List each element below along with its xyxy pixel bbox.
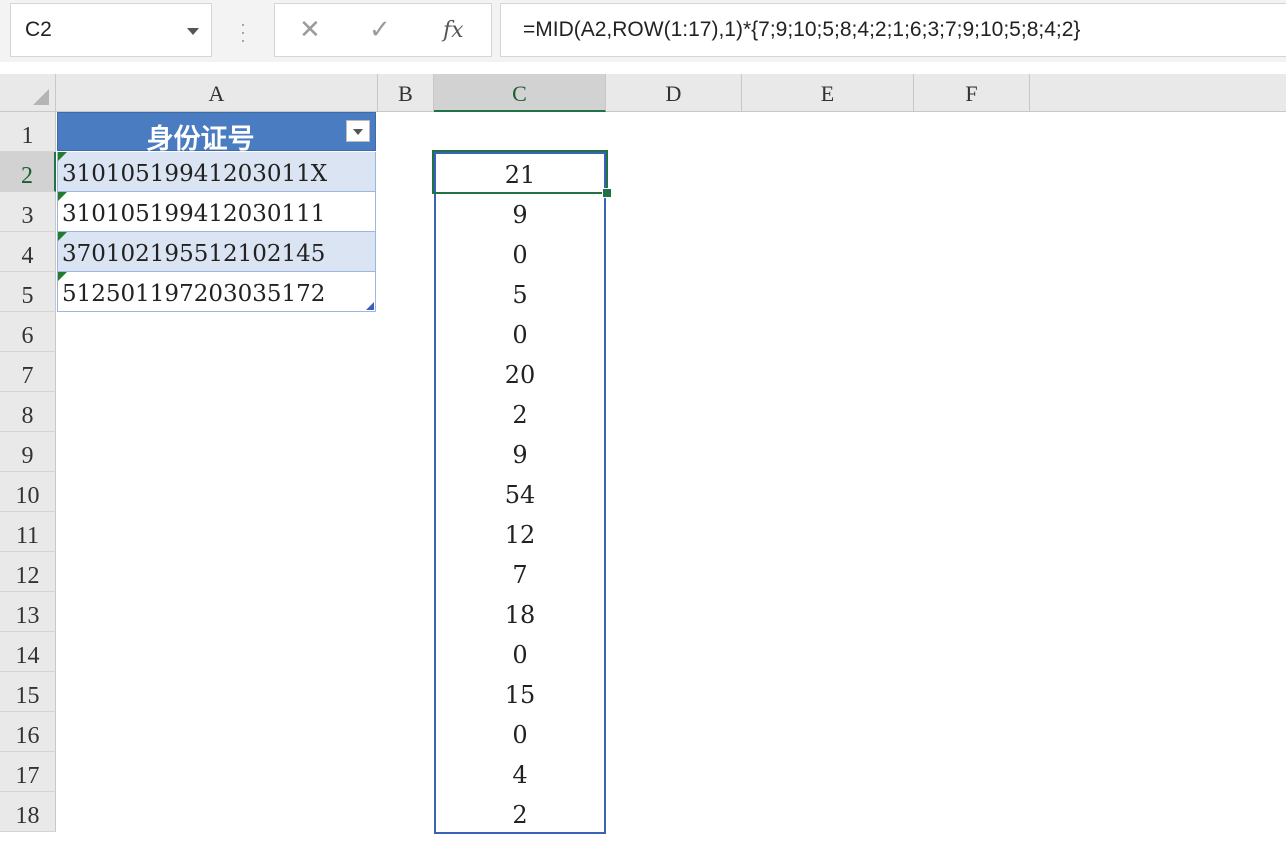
row-header-1[interactable]: 1	[0, 112, 56, 152]
table-cell-a2[interactable]: 31010519941203011X	[57, 152, 376, 192]
select-all-button[interactable]	[0, 74, 56, 112]
insert-function-icon[interactable]: fx	[443, 18, 464, 43]
error-indicator-icon[interactable]	[58, 272, 67, 281]
row-header-2[interactable]: 2	[0, 152, 56, 192]
filter-dropdown-icon[interactable]	[346, 120, 370, 142]
cell-c18[interactable]: 2	[436, 792, 604, 832]
table-resize-handle[interactable]	[366, 302, 374, 310]
column-header-e[interactable]: E	[742, 74, 914, 112]
column-header-a[interactable]: A	[56, 74, 378, 112]
cell-c11[interactable]: 12	[436, 512, 604, 552]
row-header-6[interactable]: 6	[0, 312, 56, 352]
row-header-3[interactable]: 3	[0, 192, 56, 232]
cell-c14[interactable]: 0	[436, 632, 604, 672]
cell-c13[interactable]: 18	[436, 592, 604, 632]
cell-value: 310105199412030111	[62, 201, 326, 227]
table-header-cell[interactable]: 身份证号	[57, 112, 376, 155]
active-cell-border	[432, 150, 608, 194]
row-header-15[interactable]: 15	[0, 672, 56, 712]
formula-bar: C2 · · · ✕ ✓ fx =MID(A2,ROW(1:17),1)*{7;9;…	[0, 0, 1286, 62]
fill-handle[interactable]	[602, 188, 612, 198]
column-header-b[interactable]: B	[378, 74, 434, 112]
row-header-11[interactable]: 11	[0, 512, 56, 552]
cell-c8[interactable]: 2	[436, 392, 604, 432]
cell-c5[interactable]: 5	[436, 272, 604, 312]
row-header-12[interactable]: 12	[0, 552, 56, 592]
cell-c9[interactable]: 9	[436, 432, 604, 472]
row-header-13[interactable]: 13	[0, 592, 56, 632]
more-options-icon[interactable]: · · ·	[240, 15, 246, 49]
row-header-18[interactable]: 18	[0, 792, 56, 832]
error-indicator-icon[interactable]	[58, 232, 67, 241]
formula-controls: ✕ ✓ fx	[274, 3, 492, 57]
cell-c3[interactable]: 9	[436, 192, 604, 232]
cell-value: 31010519941203011X	[62, 161, 328, 187]
error-indicator-icon[interactable]	[58, 152, 67, 161]
chevron-down-icon[interactable]	[187, 28, 199, 35]
formula-input[interactable]: =MID(A2,ROW(1:17),1)*{7;9;10;5;8;4;2;1;6…	[500, 3, 1286, 57]
table-cell-a3[interactable]: 310105199412030111	[57, 192, 376, 232]
formula-text: =MID(A2,ROW(1:17),1)*{7;9;10;5;8;4;2;1;6…	[523, 18, 1081, 41]
worksheet-grid[interactable]: ABCDEF 1 2 3 4 5 6 7 8 9 10 11 12 13 14 15 16 17 18 身份证号 …	[0, 74, 1286, 842]
row-header-14[interactable]: 14	[0, 632, 56, 672]
cell-value: 370102195512102145	[62, 241, 326, 267]
cell-c7[interactable]: 20	[436, 352, 604, 392]
row-header-17[interactable]: 17	[0, 752, 56, 792]
column-header-c[interactable]: C	[434, 74, 606, 112]
cell-c10[interactable]: 54	[436, 472, 604, 512]
name-box-value: C2	[25, 18, 52, 41]
cancel-icon[interactable]: ✕	[299, 14, 321, 45]
column-header-d[interactable]: D	[606, 74, 742, 112]
cell-c6[interactable]: 0	[436, 312, 604, 352]
row-header-7[interactable]: 7	[0, 352, 56, 392]
row-header-4[interactable]: 4	[0, 232, 56, 272]
row-header-8[interactable]: 8	[0, 392, 56, 432]
cell-value: 512501197203035172	[62, 281, 326, 307]
column-header-filler	[1030, 74, 1286, 112]
cell-c16[interactable]: 0	[436, 712, 604, 752]
table-header-label: 身份证号	[146, 124, 255, 155]
row-header-5[interactable]: 5	[0, 272, 56, 312]
enter-icon[interactable]: ✓	[369, 14, 391, 45]
row-header-9[interactable]: 9	[0, 432, 56, 472]
table-cell-a4[interactable]: 370102195512102145	[57, 232, 376, 272]
name-box[interactable]: C2	[10, 3, 212, 57]
error-indicator-icon[interactable]	[58, 192, 67, 201]
cell-c12[interactable]: 7	[436, 552, 604, 592]
cell-c4[interactable]: 0	[436, 232, 604, 272]
table-cell-a5[interactable]: 512501197203035172	[57, 272, 376, 312]
row-header-16[interactable]: 16	[0, 712, 56, 752]
column-header-f[interactable]: F	[914, 74, 1030, 112]
row-header-10[interactable]: 10	[0, 472, 56, 512]
cell-c15[interactable]: 15	[436, 672, 604, 712]
cell-c17[interactable]: 4	[436, 752, 604, 792]
